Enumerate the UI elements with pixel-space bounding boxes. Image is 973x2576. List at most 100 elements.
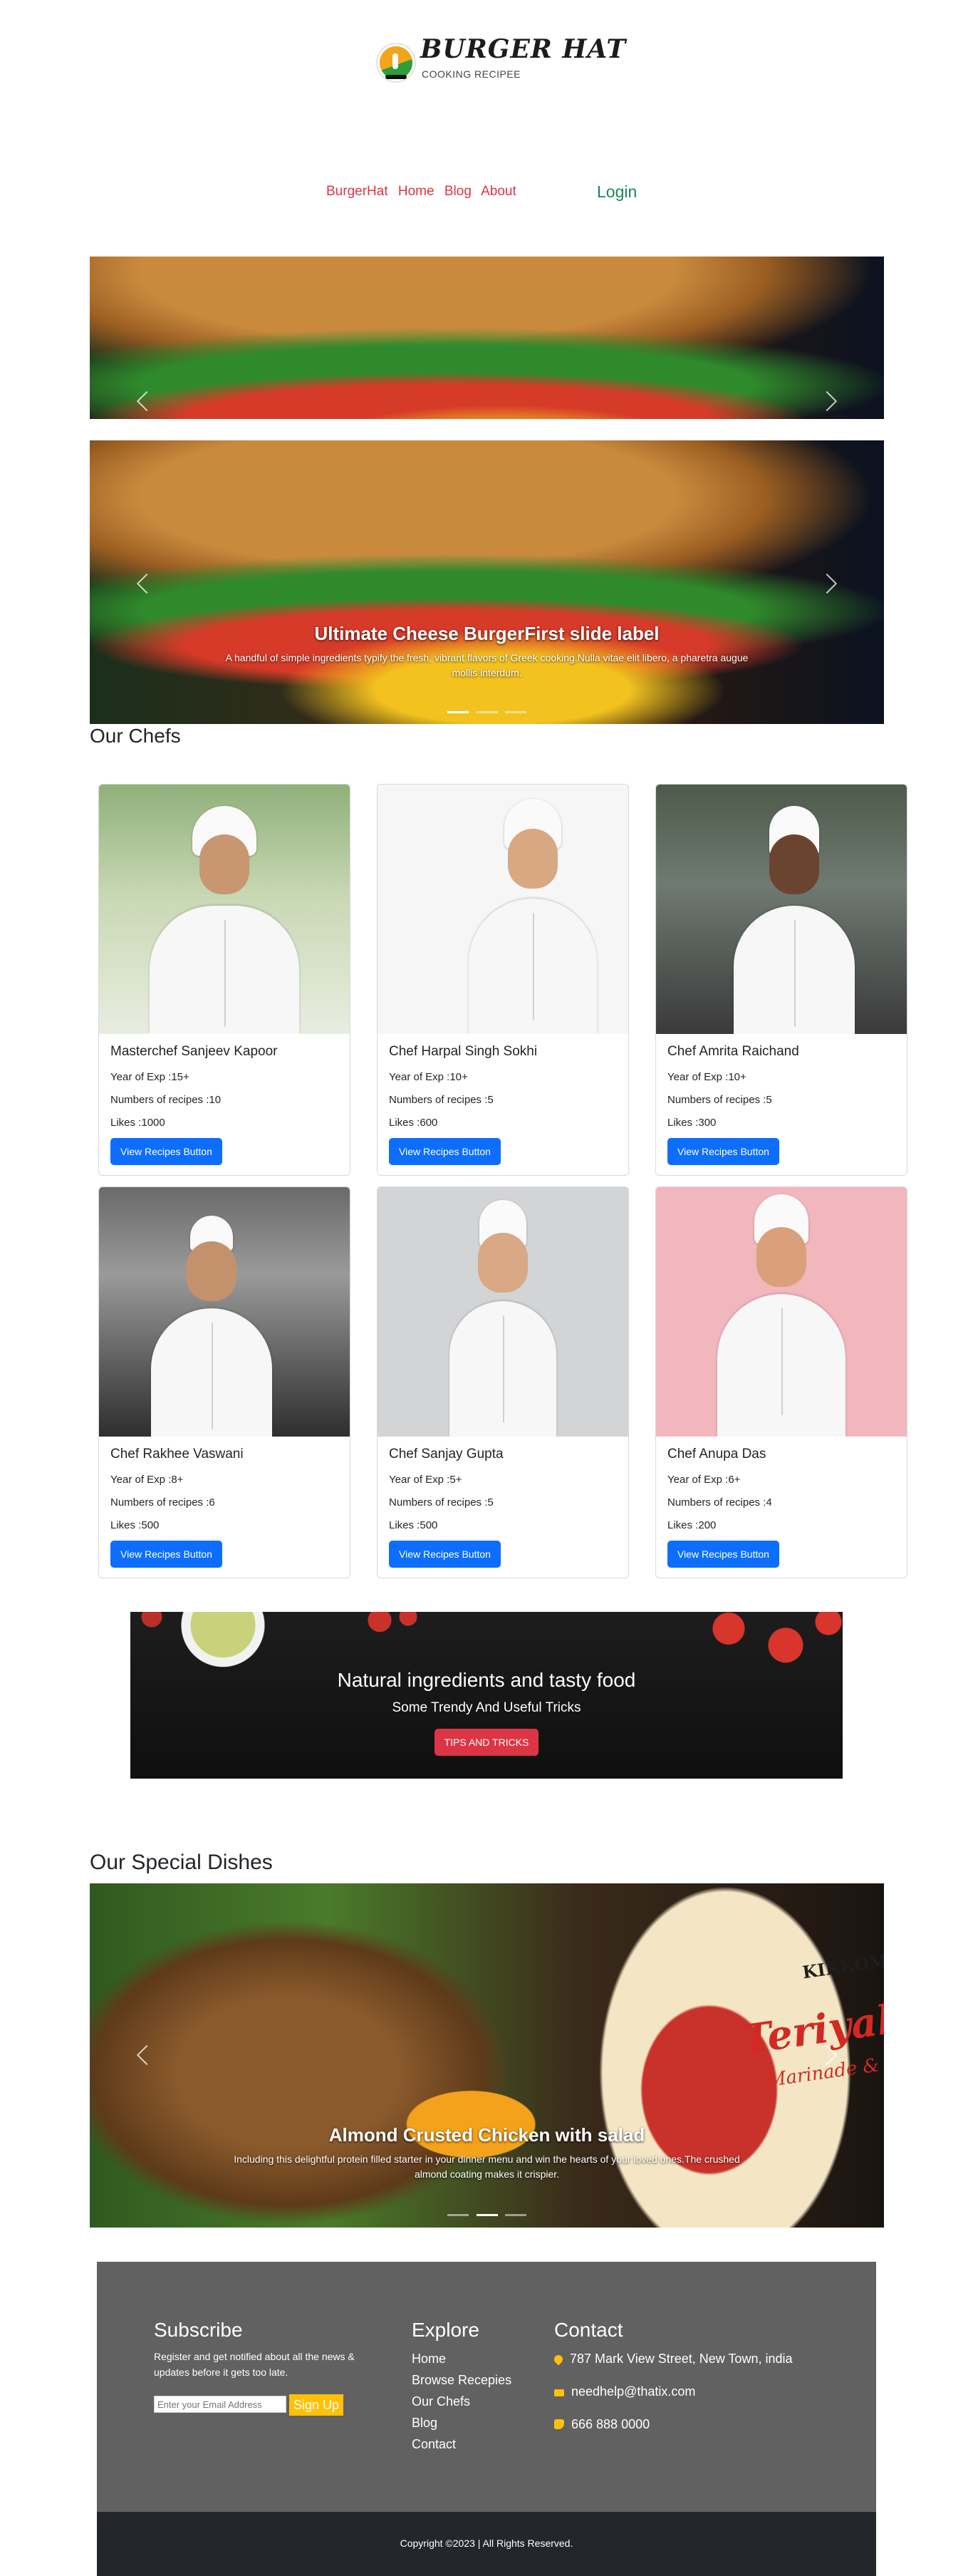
chef-likes: Likes :600 (389, 1117, 437, 1129)
exp-label: Year of Exp : (110, 1474, 172, 1486)
site-footer: Subscribe Register and get notified abou… (97, 2262, 876, 2576)
likes-value: 500 (141, 1519, 160, 1531)
likes-value: 200 (698, 1519, 717, 1531)
footer-link-our-chefs[interactable]: Our Chefs (412, 2394, 470, 2409)
exp-value: 8+ (171, 1474, 184, 1486)
carousel-indicators (90, 2207, 884, 2220)
address-text: 787 Mark View Street, New Town, india (570, 2352, 793, 2366)
chef-exp: Year of Exp :5+ (389, 1474, 462, 1486)
carousel-indicator[interactable] (504, 711, 526, 713)
recipes-value: 5 (487, 1496, 494, 1509)
contact-email[interactable]: needhelp@thatix.com (554, 2384, 695, 2399)
chef-recipes: Numbers of recipes :6 (110, 1496, 215, 1509)
chef-card: Chef Rakhee Vaswani Year of Exp :8+ Numb… (98, 1186, 350, 1578)
location-pin-icon (552, 2353, 565, 2366)
chef-name: Chef Rakhee Vaswani (110, 1447, 244, 1462)
view-recipes-button[interactable]: View Recipes Button (110, 1541, 222, 1568)
exp-value: 15+ (171, 1071, 189, 1083)
nav-home-link[interactable]: Home (398, 184, 435, 199)
recipes-label: Numbers of recipes : (110, 1094, 209, 1106)
chef-exp: Year of Exp :8+ (110, 1474, 183, 1486)
recipes-value: 6 (209, 1496, 215, 1509)
chef-name: Chef Anupa Das (667, 1447, 766, 1462)
chef-name: Chef Amrita Raichand (667, 1044, 799, 1059)
nav-about-link[interactable]: About (481, 184, 516, 199)
exp-value: 6+ (728, 1474, 741, 1486)
chef-photo (378, 785, 628, 1034)
nav-brand-link[interactable]: BurgerHat (326, 184, 388, 199)
likes-label: Likes : (110, 1117, 142, 1129)
likes-label: Likes : (667, 1117, 699, 1129)
exp-label: Year of Exp : (667, 1071, 729, 1083)
chef-likes: Likes :200 (667, 1519, 716, 1531)
footer-bottom-bar: Copyright ©2023 | All Rights Reserved. (97, 2512, 876, 2576)
carousel-indicator[interactable] (447, 711, 469, 713)
view-recipes-button[interactable]: View Recipes Button (110, 1138, 222, 1165)
contact-address: 787 Mark View Street, New Town, india (552, 2352, 793, 2366)
email-input[interactable] (154, 2396, 286, 2413)
chef-coat (469, 899, 598, 1034)
login-link[interactable]: Login (597, 182, 637, 202)
phone-text: 666 888 0000 (571, 2417, 650, 2431)
likes-label: Likes : (389, 1117, 420, 1129)
contact-phone[interactable]: 666 888 0000 (554, 2417, 650, 2432)
contact-title: Contact (554, 2319, 623, 2341)
explore-title: Explore (412, 2319, 479, 2341)
email-text: needhelp@thatix.com (571, 2384, 696, 2399)
exp-value: 10+ (728, 1071, 746, 1083)
burger-image (90, 257, 884, 419)
main-nav: BurgerHat Home Blog About (326, 184, 523, 200)
dish-caption-text: Including this delightful protein filled… (234, 2153, 740, 2180)
banner-subtitle: Some Trendy And Useful Tricks (392, 1700, 581, 1715)
exp-label: Year of Exp : (667, 1474, 729, 1486)
recipes-value: 5 (487, 1094, 494, 1106)
recipes-value: 10 (209, 1094, 222, 1106)
recipes-label: Numbers of recipes : (389, 1094, 488, 1106)
chef-face (478, 1233, 528, 1293)
chef-likes: Likes :500 (110, 1519, 159, 1531)
footer-link-blog[interactable]: Blog (412, 2416, 437, 2431)
chef-recipes: Numbers of recipes :5 (389, 1496, 494, 1509)
chefs-section-title: Our Chefs (90, 725, 181, 747)
chef-face (769, 834, 819, 894)
footer-link-contact[interactable]: Contact (412, 2437, 456, 2452)
envelope-icon (554, 2389, 564, 2396)
footer-link-home[interactable]: Home (412, 2352, 446, 2366)
chef-photo (378, 1187, 628, 1437)
tips-and-tricks-button[interactable]: TIPS AND TRICKS (435, 1729, 538, 1756)
view-recipes-button[interactable]: View Recipes Button (667, 1541, 779, 1568)
carousel-indicator[interactable] (476, 2214, 498, 2216)
dishes-carousel: KIKKOMAN Teriyaki Marinade & Sauce Almon… (90, 1883, 884, 2228)
likes-label: Likes : (667, 1519, 699, 1531)
dish-caption-title: Almond Crusted Chicken with salad (328, 2124, 645, 2146)
view-recipes-button[interactable]: View Recipes Button (667, 1138, 779, 1165)
view-recipes-button[interactable]: View Recipes Button (389, 1138, 501, 1165)
likes-value: 300 (698, 1117, 717, 1129)
hero-carousel: Ultimate Cheese BurgerFirst slide label … (90, 440, 884, 724)
chef-photo (99, 785, 350, 1034)
likes-value: 500 (420, 1519, 438, 1531)
chef-coat (449, 1301, 556, 1437)
carousel-indicator[interactable] (476, 711, 498, 713)
nav-blog-link[interactable]: Blog (444, 184, 472, 199)
subscribe-text: Register and get notified about all the … (154, 2351, 355, 2379)
burger-hat-logo-icon (378, 44, 415, 81)
brand-logo[interactable]: BURGER HAT COOKING RECIPEE (378, 34, 625, 91)
carousel-indicator[interactable] (504, 2214, 526, 2216)
chef-name: Chef Sanjay Gupta (389, 1447, 504, 1462)
footer-link-browse-recipes[interactable]: Browse Recepies (412, 2373, 511, 2388)
chef-photo (99, 1187, 350, 1437)
chef-exp: Year of Exp :6+ (667, 1474, 740, 1486)
chef-recipes: Numbers of recipes :10 (110, 1094, 221, 1106)
sign-up-button[interactable]: Sign Up (289, 2394, 344, 2416)
chef-coat (717, 1294, 845, 1437)
brand-title: BURGER HAT (420, 34, 627, 64)
exp-value: 5+ (449, 1474, 462, 1486)
carousel-indicator[interactable] (447, 2214, 469, 2216)
chef-face (508, 829, 558, 889)
view-recipes-button[interactable]: View Recipes Button (389, 1541, 501, 1568)
brand-subtitle: COOKING RECIPEE (422, 68, 521, 80)
chef-recipes: Numbers of recipes :5 (389, 1094, 494, 1106)
recipes-label: Numbers of recipes : (667, 1094, 766, 1106)
chef-likes: Likes :1000 (110, 1117, 165, 1129)
